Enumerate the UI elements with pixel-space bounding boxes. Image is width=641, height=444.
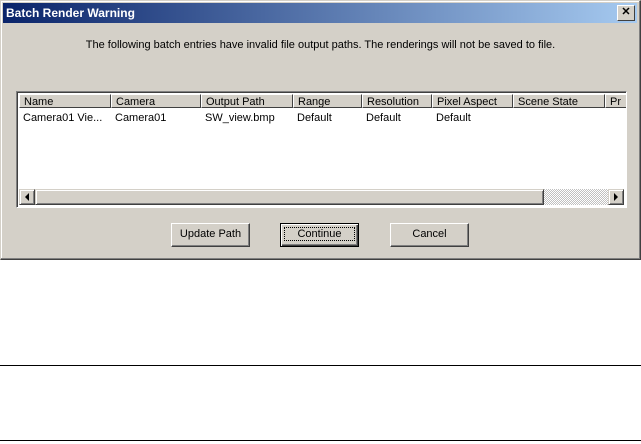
close-button[interactable]: ✕ [617,5,635,21]
cell-pr [605,111,626,125]
column-header-resolution[interactable]: Resolution [362,94,432,108]
scroll-right-button[interactable] [608,189,624,205]
cell-resolution: Default [366,112,401,124]
column-header-name[interactable]: Name [19,94,111,108]
triangle-right-icon [614,193,618,201]
divider-top [0,365,641,366]
column-header-output-path[interactable]: Output Path [201,94,293,108]
batch-render-warning-dialog: Batch Render Warning ✕ The following bat… [0,0,641,260]
title-bar[interactable]: Batch Render Warning ✕ [3,3,637,23]
cell-pixel-aspect: Default [436,112,471,124]
column-header-camera[interactable]: Camera [111,94,201,108]
scrollbar-thumb[interactable] [35,189,544,205]
table-row[interactable]: Camera01 Vie... Camera01 SW_view.bmp Def… [19,111,626,125]
horizontal-scrollbar[interactable] [19,189,624,205]
column-headers: Name Camera Output Path Range Resolution… [19,94,626,110]
cell-camera: Camera01 [115,112,167,124]
dialog-title: Batch Render Warning [6,6,135,20]
scroll-left-button[interactable] [19,189,35,205]
column-header-pr[interactable]: Pr [605,94,626,108]
update-path-button[interactable]: Update Path [171,223,250,247]
close-icon: ✕ [621,6,631,18]
cell-range: Default [297,112,332,124]
column-header-range[interactable]: Range [293,94,362,108]
batch-entries-list[interactable]: Name Camera Output Path Range Resolution… [16,91,627,208]
cell-name: Camera01 Vie... [23,112,103,124]
continue-label: Continue [284,227,355,241]
triangle-left-icon [25,193,29,201]
scrollbar-track[interactable] [544,189,608,205]
continue-button[interactable]: Continue [280,223,359,247]
cell-output-path: SW_view.bmp [205,112,275,124]
cell-scene-state [513,111,605,125]
warning-message: The following batch entries have invalid… [85,39,556,51]
divider-bottom [0,440,641,441]
column-header-pixel-aspect[interactable]: Pixel Aspect [432,94,513,108]
column-header-scene-state[interactable]: Scene State [513,94,605,108]
cancel-button[interactable]: Cancel [390,223,469,247]
